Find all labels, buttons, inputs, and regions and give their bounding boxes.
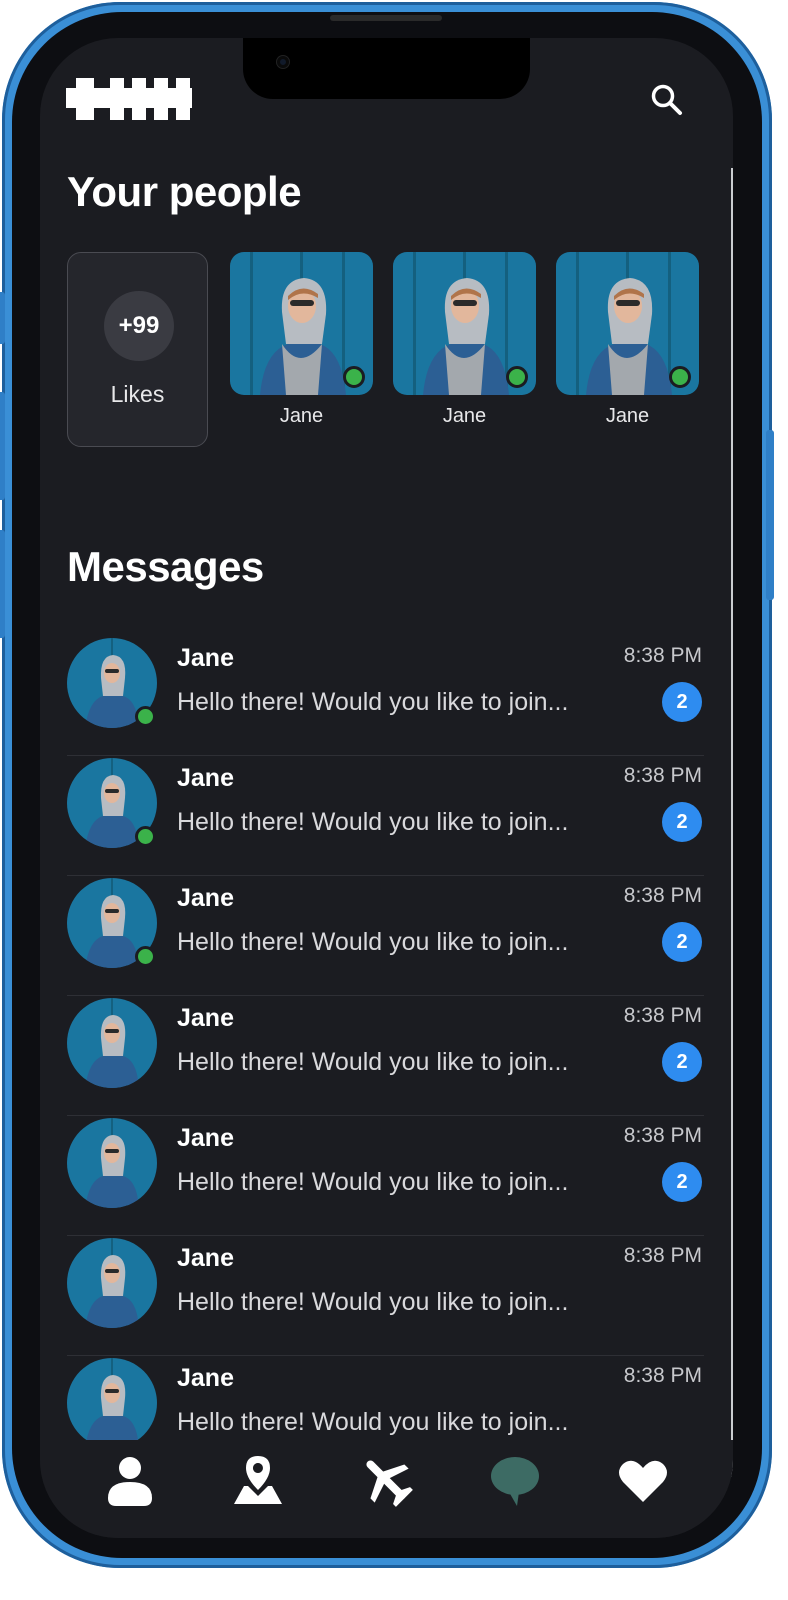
person-photo [393,252,536,395]
search-icon[interactable] [649,82,685,118]
online-indicator [135,706,156,727]
message-time: 8:38 PM [623,1124,702,1147]
message-preview: Hello there! Would you like to join... [177,928,569,956]
logo[interactable] [66,78,192,120]
online-indicator [343,366,365,388]
unread-badge: 2 [662,1042,702,1082]
message-row[interactable]: Jane Hello there! Would you like to join… [67,756,704,876]
message-time: 8:38 PM [623,644,702,667]
person-card[interactable]: Jane [230,252,373,428]
online-indicator [135,946,156,967]
unread-badge: 2 [662,802,702,842]
message-time: 8:38 PM [623,1364,702,1387]
unread-badge: 2 [662,922,702,962]
message-list: Jane Hello there! Would you like to join… [67,636,704,1476]
messages-title: Messages [67,543,264,590]
app-screen: Your people +99 Likes Jane Jane Jane Mes… [40,38,733,1538]
profile-icon[interactable] [102,1452,158,1508]
unread-badge: 2 [662,1162,702,1202]
person-name: Jane [279,405,324,427]
message-sender: Jane [177,884,234,912]
airplane-icon[interactable] [358,1452,414,1508]
person-name: Jane [605,405,650,427]
message-preview: Hello there! Would you like to join... [177,1168,569,1196]
avatar [67,758,157,848]
message-sender: Jane [177,1004,234,1032]
online-indicator [135,826,156,847]
avatar [67,1238,157,1328]
person-photo [230,252,373,395]
avatar [67,878,157,968]
avatar-image [67,1238,157,1328]
bottom-nav [40,1440,733,1538]
message-sender: Jane [177,764,234,792]
online-indicator [506,366,528,388]
power-button [766,430,774,600]
message-sender: Jane [177,644,234,672]
speaker-grille [330,15,442,21]
avatar-image [67,1118,157,1208]
message-preview: Hello there! Would you like to join... [177,1408,569,1436]
avatar [67,638,157,728]
person-photo [556,252,699,395]
message-preview: Hello there! Would you like to join... [177,1048,569,1076]
notch [243,38,530,99]
likes-label: Likes [110,381,165,407]
heart-icon[interactable] [615,1452,671,1508]
map-pin-icon[interactable] [230,1452,286,1508]
online-indicator [669,366,691,388]
chat-bubble-icon[interactable] [487,1452,543,1508]
avatar-image [67,1358,157,1448]
likes-card[interactable]: +99 Likes [67,252,208,447]
avatar [67,998,157,1088]
message-time: 8:38 PM [623,764,702,787]
message-row[interactable]: Jane Hello there! Would you like to join… [67,876,704,996]
avatar [67,1358,157,1448]
message-row[interactable]: Jane Hello there! Would you like to join… [67,996,704,1116]
message-sender: Jane [177,1124,234,1152]
likes-count: +99 [104,291,174,361]
message-time: 8:38 PM [623,884,702,907]
message-row[interactable]: Jane Hello there! Would you like to join… [67,1116,704,1236]
mute-switch [0,292,5,344]
front-camera [277,56,289,68]
person-card[interactable]: Jane [556,252,699,428]
avatar [67,1118,157,1208]
volume-up-button [0,392,5,500]
message-time: 8:38 PM [623,1004,702,1027]
message-row[interactable]: Jane Hello there! Would you like to join… [67,1236,704,1356]
unread-badge: 2 [662,682,702,722]
message-preview: Hello there! Would you like to join... [177,1288,569,1316]
volume-down-button [0,530,5,638]
screen-edge [731,168,733,1498]
message-row[interactable]: Jane Hello there! Would you like to join… [67,636,704,756]
person-card[interactable]: Jane [393,252,536,428]
your-people-title: Your people [67,168,302,215]
message-sender: Jane [177,1244,234,1272]
person-name: Jane [442,405,487,427]
message-preview: Hello there! Would you like to join... [177,688,569,716]
message-sender: Jane [177,1364,234,1392]
message-preview: Hello there! Would you like to join... [177,808,569,836]
avatar-image [67,998,157,1088]
message-time: 8:38 PM [623,1244,702,1267]
